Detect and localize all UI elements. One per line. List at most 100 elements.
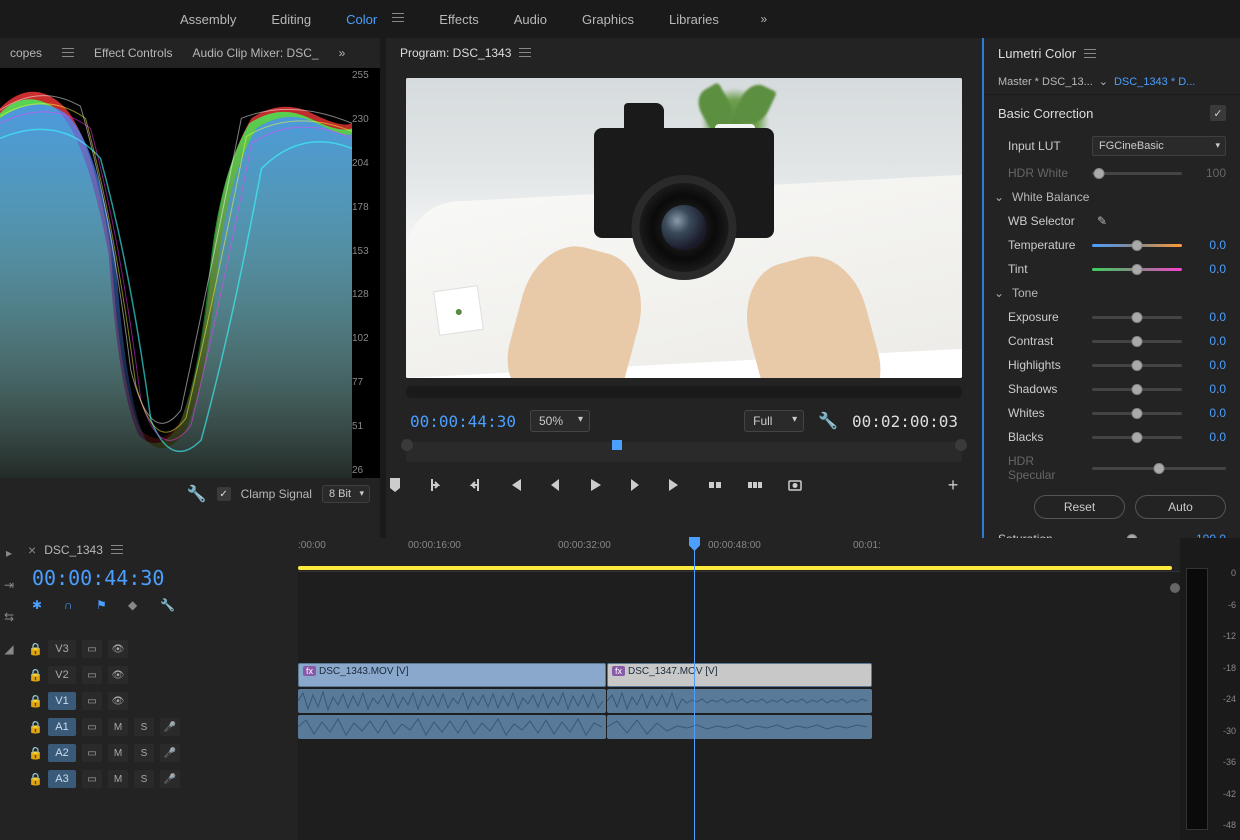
track-a1[interactable] (298, 688, 1180, 714)
reset-button[interactable]: Reset (1034, 495, 1125, 519)
solo-icon[interactable]: S (134, 718, 154, 736)
extract-icon[interactable] (746, 476, 764, 494)
temperature-slider[interactable] (1092, 244, 1182, 247)
quality-select[interactable]: Full (744, 410, 804, 432)
lift-icon[interactable] (706, 476, 724, 494)
scrub-bar[interactable] (406, 386, 962, 398)
mute-icon[interactable]: M (108, 770, 128, 788)
mute-icon[interactable]: M (108, 718, 128, 736)
timeline-tab-name[interactable]: DSC_1343 (44, 543, 103, 557)
work-area-bar[interactable] (298, 566, 1172, 570)
lumetri-menu-icon[interactable] (1084, 49, 1096, 59)
tab-effect-controls[interactable]: Effect Controls (94, 46, 172, 60)
highlights-slider[interactable] (1092, 364, 1182, 367)
shadows-slider[interactable] (1092, 388, 1182, 391)
tab-scopes[interactable]: copes (10, 46, 42, 60)
add-marker-icon[interactable] (386, 476, 404, 494)
auto-button[interactable]: Auto (1135, 495, 1226, 519)
step-back-icon[interactable] (546, 476, 564, 494)
video-clip[interactable]: fxDSC_1347.MOV [V] (607, 663, 872, 687)
track-name-v1[interactable]: V1 (48, 692, 76, 710)
ws-tab-audio[interactable]: Audio (514, 12, 547, 27)
mini-playhead[interactable] (612, 440, 622, 450)
voice-over-icon[interactable]: 🎤 (160, 718, 180, 736)
chevron-down-icon[interactable]: ⌄ (1099, 75, 1108, 88)
play-icon[interactable] (586, 476, 604, 494)
program-settings-icon[interactable]: 🔧 (818, 411, 838, 431)
video-clip[interactable]: fxDSC_1343.MOV [V] (298, 663, 606, 687)
solo-icon[interactable]: S (134, 744, 154, 762)
eye-icon[interactable]: 👁 (108, 692, 128, 710)
clamp-signal-checkbox[interactable]: ✓ (217, 487, 231, 501)
eyedropper-icon[interactable]: ✎ (1092, 214, 1112, 228)
current-timecode[interactable]: 00:00:44:30 (410, 412, 516, 431)
lock-icon[interactable]: 🔒 (28, 746, 42, 760)
ws-tab-effects[interactable]: Effects (439, 12, 479, 27)
mini-handle-left[interactable] (401, 439, 413, 451)
mini-handle-right[interactable] (955, 439, 967, 451)
audio-clip[interactable] (298, 689, 606, 713)
whites-value[interactable]: 0.0 (1190, 406, 1226, 420)
basic-correction-toggle[interactable]: ✓ (1210, 105, 1226, 121)
exposure-value[interactable]: 0.0 (1190, 310, 1226, 324)
timeline-menu-icon[interactable] (111, 545, 123, 555)
crumb-clip[interactable]: DSC_1343 * D... (1114, 76, 1195, 88)
selection-tool-icon[interactable]: ▸ (6, 546, 12, 560)
program-tab[interactable]: Program: DSC_1343 (386, 38, 982, 68)
white-balance-header[interactable]: ⌄ White Balance (984, 185, 1240, 209)
ws-tab-assembly[interactable]: Assembly (180, 12, 236, 27)
voice-over-icon[interactable]: 🎤 (160, 744, 180, 762)
track-v2[interactable] (298, 636, 1180, 662)
zoom-select[interactable]: 50% (530, 410, 590, 432)
whites-slider[interactable] (1092, 412, 1182, 415)
scopes-menu-icon[interactable] (62, 48, 74, 58)
track-a3[interactable] (298, 740, 1180, 766)
lock-icon[interactable]: 🔒 (28, 720, 42, 734)
marker-tool-icon[interactable]: ◆ (128, 598, 146, 614)
audio-clip[interactable] (607, 715, 872, 739)
insert-tool-icon[interactable]: ✱ (32, 598, 50, 614)
track-name-v2[interactable]: V2 (48, 666, 76, 684)
mark-in-icon[interactable] (426, 476, 444, 494)
audio-clip[interactable] (607, 689, 872, 713)
basic-correction-header[interactable]: Basic Correction ✓ (984, 95, 1240, 131)
track-select-icon[interactable]: ⇥ (4, 578, 14, 592)
ws-tab-graphics[interactable]: Graphics (582, 12, 634, 27)
timeline-settings-icon[interactable]: 🔧 (160, 598, 178, 614)
tab-audio-clip-mixer[interactable]: Audio Clip Mixer: DSC_ (193, 46, 319, 60)
export-frame-icon[interactable] (786, 476, 804, 494)
linked-selection-icon[interactable]: ⚑ (96, 598, 114, 614)
go-to-in-icon[interactable] (506, 476, 524, 494)
lumetri-header[interactable]: Lumetri Color (984, 38, 1240, 69)
voice-over-icon[interactable]: 🎤 (160, 770, 180, 788)
input-lut-select[interactable]: FGCineBasic (1092, 136, 1226, 156)
scroll-handle[interactable] (1170, 583, 1180, 593)
lock-icon[interactable]: 🔒 (28, 642, 42, 656)
track-name-a2[interactable]: A2 (48, 744, 76, 762)
program-viewer[interactable] (406, 78, 962, 378)
ripple-tool-icon[interactable]: ⇆ (4, 610, 14, 624)
lock-icon[interactable]: 🔒 (28, 668, 42, 682)
bit-depth-select[interactable]: 8 Bit (322, 485, 370, 503)
scope-settings-icon[interactable]: 🔧 (187, 484, 207, 504)
mark-out-icon[interactable] (466, 476, 484, 494)
lock-icon[interactable]: 🔒 (28, 694, 42, 708)
add-button-icon[interactable]: + (944, 476, 962, 494)
step-forward-icon[interactable] (626, 476, 644, 494)
playhead[interactable] (694, 538, 695, 840)
track-v1[interactable]: fxDSC_1343.MOV [V] fxDSC_1347.MOV [V] (298, 662, 1180, 688)
eye-icon[interactable]: 👁 (108, 666, 128, 684)
lock-icon[interactable]: 🔒 (28, 772, 42, 786)
blacks-slider[interactable] (1092, 436, 1182, 439)
go-to-out-icon[interactable] (666, 476, 684, 494)
tint-slider[interactable] (1092, 268, 1182, 271)
track-name-a1[interactable]: A1 (48, 718, 76, 736)
program-menu-icon[interactable] (519, 48, 531, 58)
timeline-timecode[interactable]: 00:00:44:30 (18, 562, 298, 594)
highlights-value[interactable]: 0.0 (1190, 358, 1226, 372)
ws-more-icon[interactable]: » (754, 9, 774, 29)
track-v3[interactable] (298, 610, 1180, 636)
tone-header[interactable]: ⌄ Tone (984, 281, 1240, 305)
ws-tab-libraries[interactable]: Libraries (669, 12, 719, 27)
shadows-value[interactable]: 0.0 (1190, 382, 1226, 396)
